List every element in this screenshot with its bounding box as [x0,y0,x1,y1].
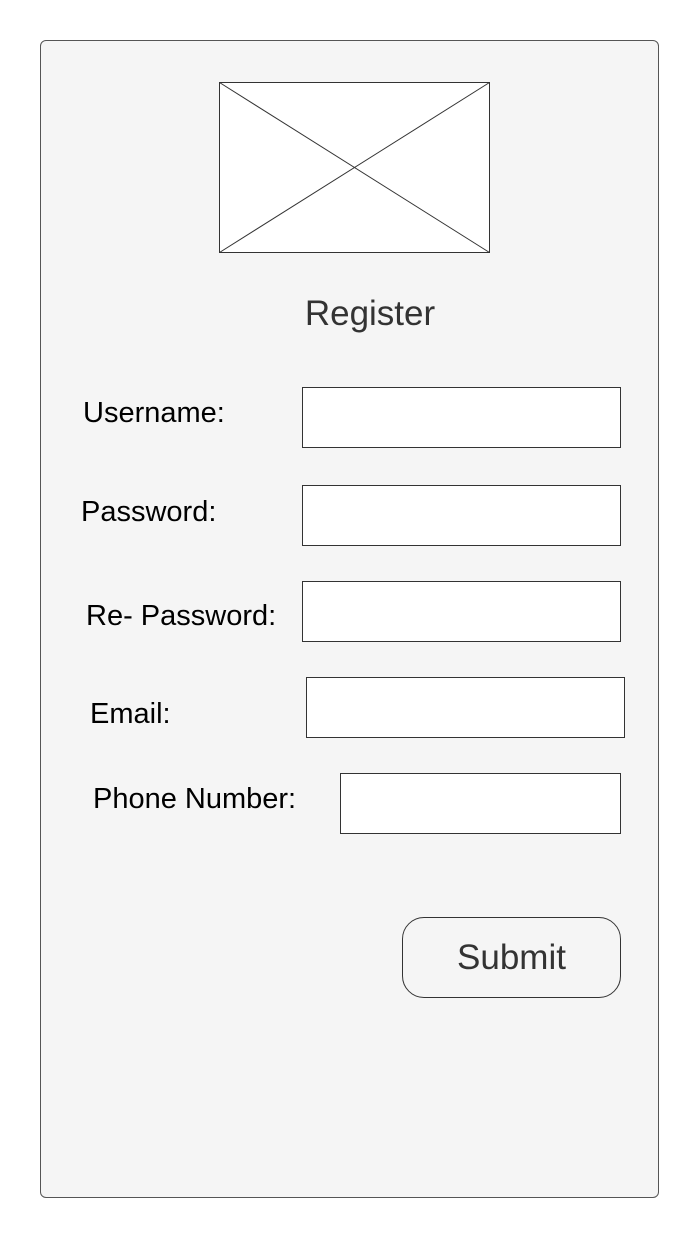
phone-number-label: Phone Number: [93,783,297,815]
username-field[interactable] [302,387,621,448]
username-label: Username: [83,397,225,429]
email-field[interactable] [306,677,625,738]
re-password-field[interactable] [302,581,621,642]
submit-button[interactable]: Submit [402,917,621,998]
email-label: Email: [90,698,171,730]
image-placeholder-icon [219,82,490,253]
re-password-label: Re- Password: [86,600,277,632]
password-label: Password: [81,496,217,528]
page-title: Register [304,294,436,333]
phone-number-field[interactable] [340,773,621,834]
password-field[interactable] [302,485,621,546]
